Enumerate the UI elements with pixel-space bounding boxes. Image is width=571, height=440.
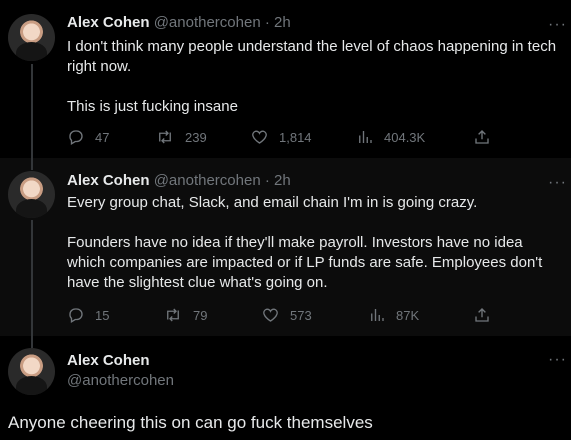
views-button[interactable]: 404.3K bbox=[356, 128, 425, 146]
reply-count: 15 bbox=[95, 307, 110, 323]
view-count: 87K bbox=[396, 307, 420, 323]
share-icon bbox=[475, 130, 489, 144]
more-options-icon[interactable]: ··· bbox=[548, 174, 567, 192]
heart-icon bbox=[252, 130, 267, 144]
like-button[interactable]: 1,814 bbox=[250, 128, 312, 146]
display-name[interactable]: Alex Cohen bbox=[67, 14, 150, 31]
retweet-count: 79 bbox=[193, 307, 208, 323]
share-button[interactable] bbox=[473, 128, 491, 146]
reply-button[interactable]: 47 bbox=[67, 128, 109, 146]
share-button[interactable] bbox=[473, 306, 491, 324]
heart-icon bbox=[263, 308, 278, 322]
tweet-text: I don't think many people understand the… bbox=[67, 37, 562, 137]
author-block: Alex Cohen @anothercohen bbox=[67, 351, 174, 391]
retweet-icon bbox=[159, 130, 171, 144]
display-name[interactable]: Alex Cohen bbox=[67, 172, 150, 189]
tweet-header: Alex Cohen @anothercohen · 2h bbox=[67, 14, 291, 31]
retweet-button[interactable]: 239 bbox=[155, 128, 207, 146]
thread-line bbox=[31, 336, 33, 348]
separator-dot: · bbox=[264, 14, 270, 31]
view-count: 404.3K bbox=[384, 129, 426, 145]
thread-line bbox=[31, 220, 33, 336]
tweet-1[interactable]: Alex Cohen @anothercohen · 2h ··· I don'… bbox=[0, 0, 571, 158]
share-icon bbox=[475, 308, 489, 322]
thread-line bbox=[31, 158, 33, 170]
tweet-paragraph: Founders have no idea if they'll make pa… bbox=[67, 234, 543, 291]
avatar[interactable] bbox=[8, 348, 55, 395]
user-handle[interactable]: @anothercohen bbox=[154, 14, 261, 31]
reply-count: 47 bbox=[95, 129, 110, 145]
retweet-count: 239 bbox=[185, 129, 207, 145]
action-bar: 15 79 573 87K bbox=[67, 306, 497, 326]
tweet-header: Alex Cohen @anothercohen · 2h bbox=[67, 172, 291, 189]
analytics-icon bbox=[359, 131, 372, 143]
avatar[interactable] bbox=[8, 14, 55, 61]
like-count: 1,814 bbox=[279, 129, 312, 145]
tweet-paragraph: I don't think many people understand the… bbox=[67, 38, 557, 75]
timestamp[interactable]: 2h bbox=[274, 14, 291, 31]
separator-dot: · bbox=[264, 172, 270, 189]
thread-line bbox=[31, 64, 33, 158]
more-options-icon[interactable]: ··· bbox=[548, 351, 567, 369]
tweet-paragraph: Every group chat, Slack, and email chain… bbox=[67, 194, 478, 211]
user-handle[interactable]: @anothercohen bbox=[154, 172, 261, 189]
tweet-3[interactable]: Alex Cohen @anothercohen ··· Anyone chee… bbox=[0, 336, 571, 440]
timestamp[interactable]: 2h bbox=[274, 172, 291, 189]
tweet-text: Every group chat, Slack, and email chain… bbox=[67, 193, 562, 313]
views-button[interactable]: 87K bbox=[368, 306, 419, 324]
action-bar: 47 239 1,814 404.3K bbox=[67, 128, 497, 148]
tweet-paragraph: This is just fucking insane bbox=[67, 98, 238, 115]
tweet-text: Anyone cheering this on can go fuck them… bbox=[8, 413, 373, 432]
more-options-icon[interactable]: ··· bbox=[548, 16, 567, 34]
avatar[interactable] bbox=[8, 171, 55, 218]
reply-icon bbox=[69, 130, 83, 145]
retweet-button[interactable]: 79 bbox=[163, 306, 207, 324]
reply-button[interactable]: 15 bbox=[67, 306, 109, 324]
tweet-2[interactable]: Alex Cohen @anothercohen · 2h ··· Every … bbox=[0, 158, 571, 336]
user-handle[interactable]: @anothercohen bbox=[67, 371, 174, 391]
reply-icon bbox=[69, 308, 83, 323]
like-count: 573 bbox=[290, 307, 312, 323]
like-button[interactable]: 573 bbox=[261, 306, 312, 324]
retweet-icon bbox=[167, 308, 179, 322]
display-name[interactable]: Alex Cohen bbox=[67, 351, 174, 371]
analytics-icon bbox=[371, 309, 384, 321]
